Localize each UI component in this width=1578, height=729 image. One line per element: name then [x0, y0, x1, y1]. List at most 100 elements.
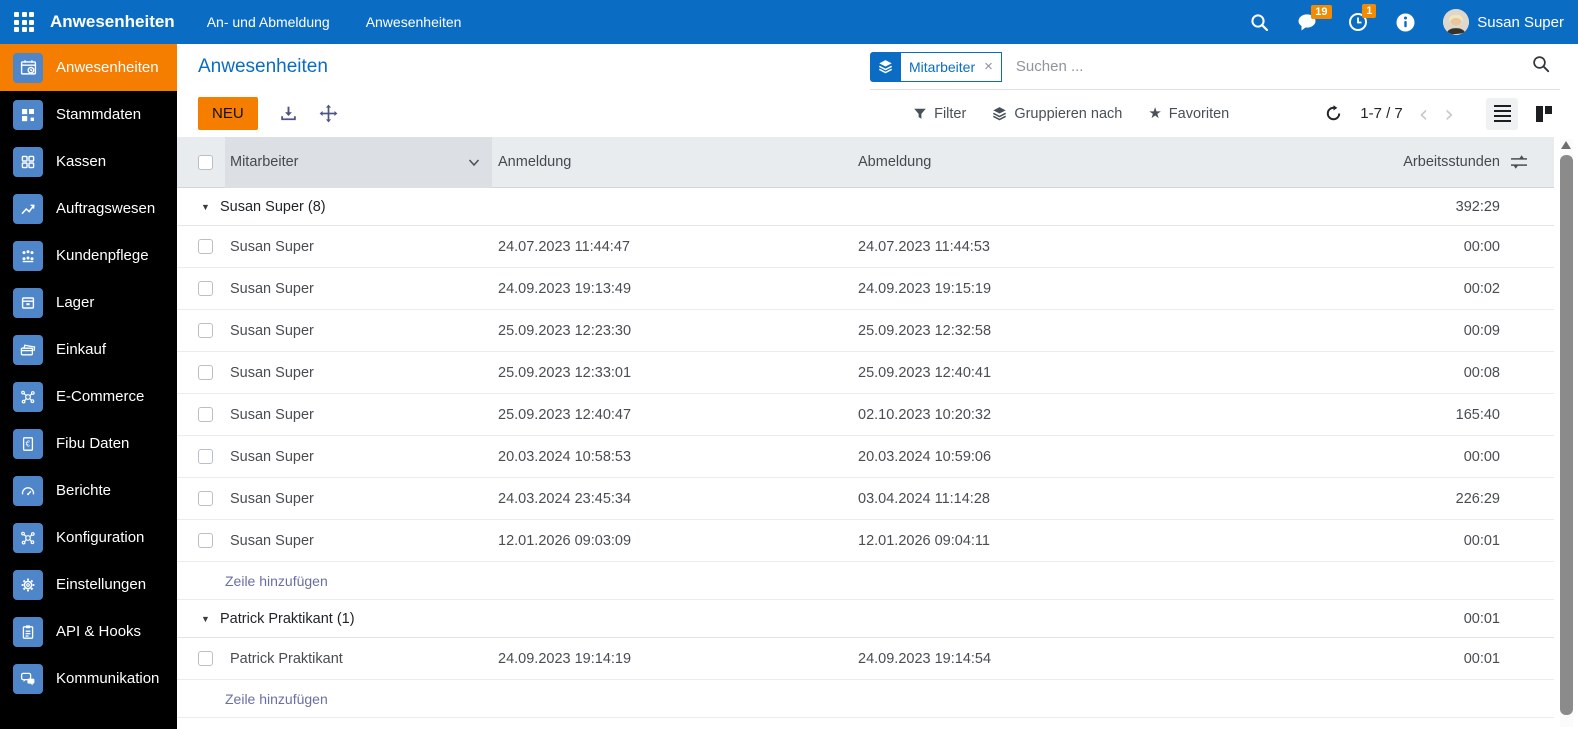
table-row[interactable]: Susan Super 25.09.2023 12:40:47 02.10.2023… — [177, 394, 1554, 436]
scrollbar-thumb[interactable] — [1560, 155, 1573, 715]
search-input[interactable] — [1015, 58, 1532, 75]
svg-text:€: € — [26, 439, 31, 448]
user-name: Susan Super — [1477, 13, 1564, 31]
sidebar-item-stammdaten[interactable]: Stammdaten — [0, 91, 177, 138]
table-row[interactable]: Susan Super 25.09.2023 12:23:30 25.09.2023… — [177, 310, 1554, 352]
list-view-button[interactable] — [1486, 97, 1518, 130]
optional-columns-icon[interactable] — [1510, 155, 1528, 170]
cell-abmeldung: 25.09.2023 12:40:41 — [858, 364, 992, 381]
move-icon[interactable] — [319, 104, 338, 123]
pager-next-icon[interactable]: › — [1444, 102, 1454, 126]
sidebar-item-label: Fibu Daten — [56, 435, 130, 452]
row-checkbox[interactable] — [198, 651, 213, 666]
cell-abmeldung: 02.10.2023 10:20:32 — [858, 406, 992, 423]
sidebar-item-kundenpflege[interactable]: Kundenpflege — [0, 232, 177, 279]
row-checkbox[interactable] — [198, 281, 213, 296]
sidebar: Anwesenheiten Stammdaten Kassen Auftrags… — [0, 44, 177, 729]
cell-mitarbeiter: Susan Super — [230, 364, 314, 381]
sidebar-item-einkauf[interactable]: Einkauf — [0, 326, 177, 373]
user-menu[interactable]: Susan Super — [1443, 9, 1564, 35]
cell-mitarbeiter: Susan Super — [230, 238, 314, 255]
list-group: ▼ Patrick Praktikant (1) 00:01 Patrick P… — [177, 600, 1554, 718]
scroll-up-icon[interactable] — [1561, 141, 1571, 149]
sidebar-item-anwesenheiten[interactable]: Anwesenheiten — [0, 44, 177, 91]
groupby-button[interactable]: Gruppieren nach — [992, 106, 1122, 122]
cell-anmeldung: 24.03.2024 23:45:34 — [498, 490, 632, 507]
column-header-arbeitsstunden[interactable]: Arbeitsstunden — [1212, 154, 1554, 170]
sidebar-item-api-hooks[interactable]: API & Hooks — [0, 608, 177, 655]
funnel-icon — [914, 108, 926, 119]
table-row[interactable]: Susan Super 12.01.2026 09:03:09 12.01.2026… — [177, 520, 1554, 562]
group-header-row[interactable]: ▼ Patrick Praktikant (1) 00:01 — [177, 600, 1554, 638]
row-checkbox[interactable] — [198, 491, 213, 506]
chart-icon — [13, 193, 43, 224]
column-header-anmeldung[interactable]: Anmeldung — [492, 154, 852, 170]
info-icon[interactable] — [1396, 13, 1415, 32]
cell-mitarbeiter: Susan Super — [230, 448, 314, 465]
sidebar-item-lager[interactable]: Lager — [0, 279, 177, 326]
group-header-row[interactable]: ▼ Susan Super (8) 392:29 — [177, 188, 1554, 226]
sidebar-item-ecommerce[interactable]: E-Commerce — [0, 373, 177, 420]
row-checkbox[interactable] — [198, 323, 213, 338]
sidebar-item-einstellungen[interactable]: Einstellungen — [0, 561, 177, 608]
sidebar-item-label: E-Commerce — [56, 388, 145, 405]
table-row[interactable]: Patrick Praktikant 24.09.2023 19:14:19 24.… — [177, 638, 1554, 680]
table-row[interactable]: Susan Super 25.09.2023 12:33:01 25.09.2023… — [177, 352, 1554, 394]
avatar — [1443, 9, 1470, 35]
sidebar-item-kommunikation[interactable]: Kommunikation — [0, 655, 177, 702]
chat-bubbles-icon — [13, 663, 43, 694]
favorites-button[interactable]: ★ Favoriten — [1148, 106, 1229, 122]
download-icon[interactable] — [280, 105, 297, 122]
facet-close-icon[interactable]: × — [984, 58, 993, 75]
caret-down-icon: ▼ — [201, 613, 210, 624]
group-rows: Susan Super 24.07.2023 11:44:47 24.07.2023… — [177, 226, 1554, 562]
topbar-menu: An- und Abmeldung Anwesenheiten — [207, 14, 462, 30]
scrollbar-track[interactable] — [1560, 139, 1573, 727]
select-all-checkbox[interactable] — [198, 154, 213, 170]
document-euro-icon: € — [13, 428, 43, 459]
facet-label: Mitarbeiter — [909, 58, 976, 75]
cell-arbeitsstunden: 00:00 — [1463, 238, 1500, 255]
sidebar-item-auftragswesen[interactable]: Auftragswesen — [0, 185, 177, 232]
sidebar-item-berichte[interactable]: Berichte — [0, 467, 177, 514]
table-row[interactable]: Susan Super 24.09.2023 19:13:49 24.09.2023… — [177, 268, 1554, 310]
column-header-abmeldung[interactable]: Abmeldung — [852, 154, 1212, 170]
refresh-icon[interactable] — [1325, 105, 1342, 122]
cell-arbeitsstunden: 00:01 — [1463, 650, 1500, 667]
add-row-link[interactable]: Zeile hinzufügen — [225, 691, 328, 707]
column-header-mitarbeiter[interactable]: Mitarbeiter — [225, 136, 492, 188]
row-checkbox[interactable] — [198, 533, 213, 548]
add-row-link[interactable]: Zeile hinzufügen — [225, 573, 328, 589]
search-icon[interactable] — [1250, 13, 1269, 32]
group-rows: Patrick Praktikant 24.09.2023 19:14:19 24.… — [177, 638, 1554, 680]
menu-item-an-und-abmeldung[interactable]: An- und Abmeldung — [207, 14, 330, 30]
row-checkbox[interactable] — [198, 239, 213, 254]
activity-badge: 1 — [1362, 4, 1377, 18]
app-title: Anwesenheiten — [50, 12, 175, 31]
cell-arbeitsstunden: 00:02 — [1463, 280, 1500, 297]
table-row[interactable]: Susan Super 24.07.2023 11:44:47 24.07.2023… — [177, 226, 1554, 268]
row-checkbox[interactable] — [198, 449, 213, 464]
filter-button[interactable]: Filter — [913, 106, 966, 122]
sidebar-item-label: API & Hooks — [56, 623, 142, 640]
sidebar-item-label: Konfiguration — [56, 529, 145, 546]
app-grid-icon[interactable] — [14, 12, 34, 32]
kanban-view-button[interactable] — [1528, 98, 1560, 130]
search-bar[interactable]: Mitarbeiter × — [870, 44, 1560, 90]
menu-item-anwesenheiten[interactable]: Anwesenheiten — [366, 14, 462, 30]
table-row[interactable]: Susan Super 24.03.2024 23:45:34 03.04.2024… — [177, 478, 1554, 520]
sidebar-item-label: Anwesenheiten — [56, 59, 159, 76]
activity-clock-icon[interactable]: 1 — [1348, 4, 1377, 32]
row-checkbox[interactable] — [198, 365, 213, 380]
sidebar-item-konfiguration[interactable]: Konfiguration — [0, 514, 177, 561]
sidebar-item-kassen[interactable]: Kassen — [0, 138, 177, 185]
search-icon[interactable] — [1532, 55, 1550, 78]
cell-arbeitsstunden: 226:29 — [1455, 490, 1500, 507]
sidebar-item-fibu-daten[interactable]: € Fibu Daten — [0, 420, 177, 467]
table-row[interactable]: Susan Super 20.03.2024 10:58:53 20.03.2024… — [177, 436, 1554, 478]
pager-prev-icon[interactable]: ‹ — [1419, 102, 1429, 126]
cell-abmeldung: 20.03.2024 10:59:06 — [858, 448, 992, 465]
new-button[interactable]: NEU — [198, 97, 258, 130]
chat-icon[interactable]: 19 — [1297, 4, 1332, 32]
row-checkbox[interactable] — [198, 407, 213, 422]
